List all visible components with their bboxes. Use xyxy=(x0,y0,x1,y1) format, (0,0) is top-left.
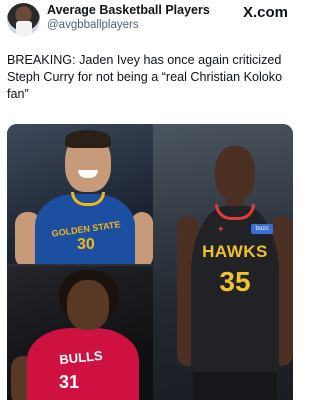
jersey-team-text: HAWKS xyxy=(202,242,268,261)
photo-hawks[interactable]: ✦ bozo HAWKS 35 xyxy=(153,124,293,400)
account-handle[interactable]: @avgbballplayers xyxy=(47,19,139,31)
account-name[interactable]: Average Basketball Players xyxy=(47,3,210,17)
post-header: Average Basketball Players @avgbballplay… xyxy=(0,0,300,40)
post-media[interactable]: GOLDEN STATE 30 BULLS 31 ✦ bozo HAWKS 35 xyxy=(7,124,293,400)
avatar-jersey xyxy=(16,21,32,36)
hair xyxy=(65,130,111,148)
jersey-number: 31 xyxy=(59,372,80,392)
shorts xyxy=(193,372,277,400)
jersey-number: 30 xyxy=(77,236,95,253)
avatar[interactable] xyxy=(7,3,40,36)
player-head xyxy=(67,280,109,330)
player-head xyxy=(215,146,255,200)
sponsor-patch: bozo xyxy=(251,224,273,234)
jersey-number: 35 xyxy=(219,266,251,297)
photo-bulls[interactable]: BULLS 31 xyxy=(7,266,155,400)
jordan-logo-icon: ✦ xyxy=(217,224,225,234)
photo-curry[interactable]: GOLDEN STATE 30 xyxy=(7,124,155,264)
post-text: BREAKING: Jaden Ivey has once again crit… xyxy=(7,53,283,101)
x-logo: X.com xyxy=(243,4,289,21)
